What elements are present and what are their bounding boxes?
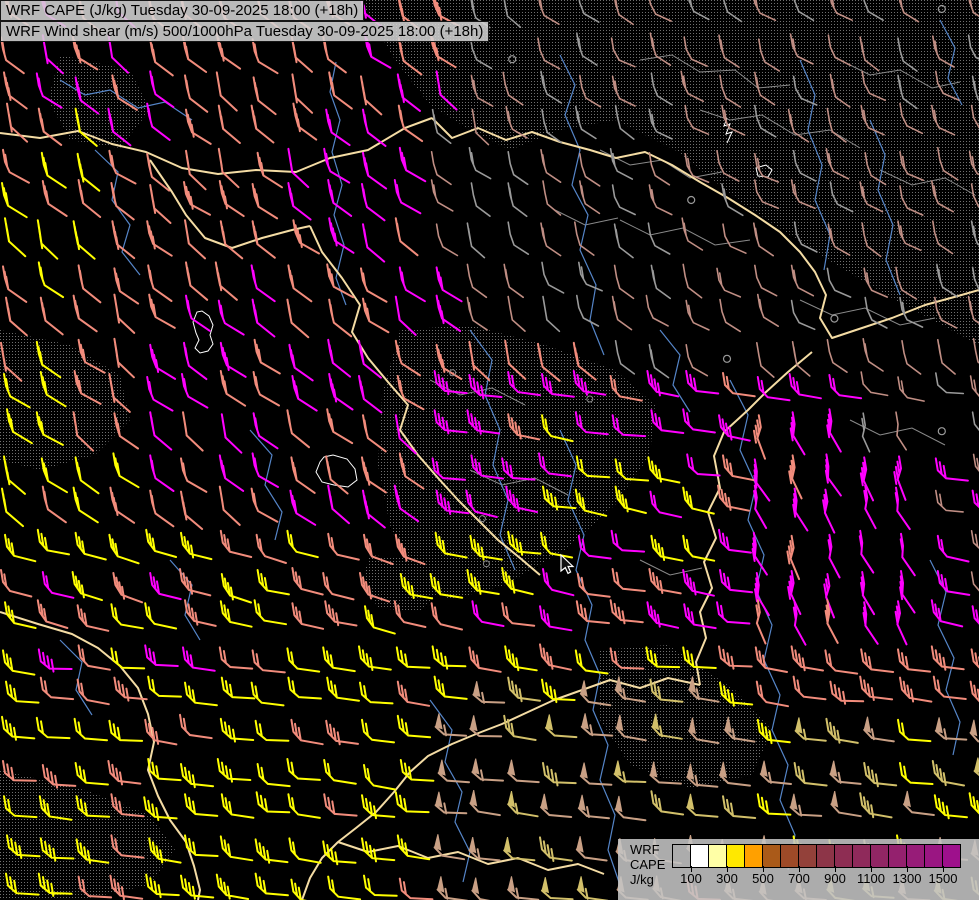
legend-label-unit: J/kg [630,872,665,887]
cape-legend: WRF CAPE J/kg 10030050070090011001300150… [618,839,979,900]
legend-label-model: WRF [630,842,665,857]
legend-colorbar [672,844,961,868]
legend-color-box [835,845,853,867]
legend-labels: WRF CAPE J/kg [630,842,665,887]
weather-map-svg [0,0,979,900]
legend-color-box [691,845,709,867]
legend-color-box [781,845,799,867]
legend-color-box [907,845,925,867]
title-cape: WRF CAPE (J/kg) Tuesday 30-09-2025 18:00… [0,0,364,21]
legend-color-box [943,845,960,867]
legend-color-box [817,845,835,867]
legend-tick-label: 1500 [921,871,965,886]
legend-label-variable: CAPE [630,857,665,872]
legend-color-box [889,845,907,867]
title-wind-shear: WRF Wind shear (m/s) 500/1000hPa Tuesday… [0,21,489,42]
legend-color-box [925,845,943,867]
legend-color-box [763,845,781,867]
legend-color-box [727,845,745,867]
map-canvas[interactable]: WRF CAPE (J/kg) Tuesday 30-09-2025 18:00… [0,0,979,900]
legend-color-box [853,845,871,867]
legend-color-box [745,845,763,867]
legend-color-box [709,845,727,867]
legend-color-box [799,845,817,867]
legend-color-box [673,845,691,867]
legend-color-box [871,845,889,867]
